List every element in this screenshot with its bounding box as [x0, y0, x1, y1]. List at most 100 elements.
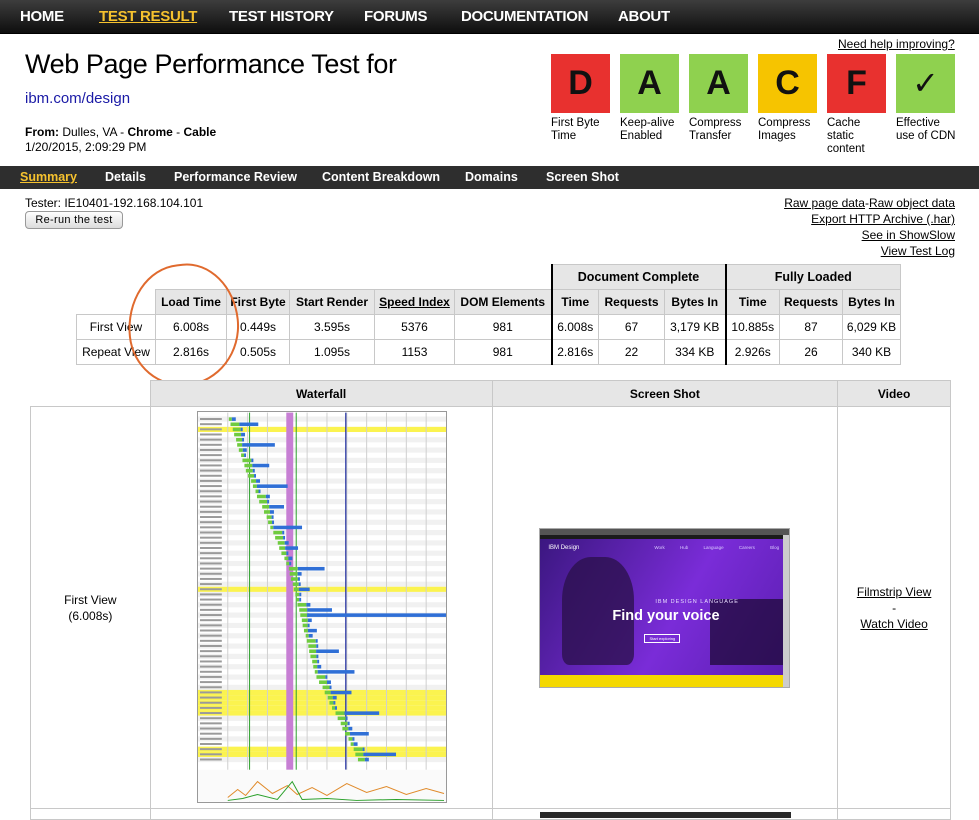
grade-first-byte[interactable]: D [551, 54, 610, 113]
waterfall-url-label [199, 516, 222, 519]
waterfall-request-bar [306, 603, 311, 607]
page-screenshot-thumbnail[interactable]: IBM Design Work Hub Language Careers Blo… [539, 527, 791, 688]
waterfall-row-stripe [197, 756, 446, 763]
raw-object-data-link[interactable]: Raw object data [869, 196, 955, 210]
grade-label-compress-images: Compress Images [758, 117, 811, 142]
waterfall-url-label [199, 536, 222, 539]
waterfall-request-bar [335, 711, 345, 715]
grade-label-keep-alive: Keep-alive Enabled [620, 117, 675, 142]
first-view-label: First View (6.008s) [30, 406, 151, 809]
cell-first-byte: 0.505s [226, 339, 290, 365]
waterfall-row-highlight [197, 695, 446, 701]
waterfall-request-bar [324, 690, 331, 695]
showslow-link[interactable]: See in ShowSlow [862, 228, 955, 242]
tab-content-breakdown[interactable]: Content Breakdown [322, 170, 440, 184]
tab-summary[interactable]: Summary [20, 170, 77, 184]
nav-forums[interactable]: FORUMS [364, 8, 428, 25]
separator: - [892, 600, 897, 615]
waterfall-url-label [199, 557, 222, 560]
waterfall-row-stripe [197, 519, 446, 525]
waterfall-request-bar [284, 541, 289, 545]
waterfall-url-label [199, 639, 222, 642]
waterfall-request-bar [241, 437, 244, 442]
waterfall-request-bar [255, 479, 260, 483]
waterfall-url-label [199, 572, 222, 575]
raw-page-data-link[interactable]: Raw page data [784, 196, 865, 210]
col-full-requests: Requests [779, 289, 843, 315]
tab-performance-review[interactable]: Performance Review [174, 170, 297, 184]
waterfall-url-label [199, 624, 222, 627]
tab-domains[interactable]: Domains [465, 170, 518, 184]
waterfall-request-bar [344, 711, 379, 715]
waterfall-url-label [199, 619, 222, 622]
waterfall-request-bar [312, 664, 317, 669]
grade-compress-transfer[interactable]: A [689, 54, 748, 113]
waterfall-request-bar [308, 633, 313, 638]
waterfall-request-bar [332, 695, 337, 700]
cell-start-render: 1.095s [289, 339, 375, 365]
tab-screen-shot[interactable]: Screen Shot [546, 170, 619, 184]
screenshot-cell: IBM Design Work Hub Language Careers Blo… [491, 406, 839, 809]
col-full-bytes: Bytes In [842, 289, 901, 315]
waterfall-url-label [199, 438, 222, 441]
col-load-time: Load Time [155, 289, 227, 315]
cell-speed-index: 5376 [374, 314, 455, 340]
waterfall-row-highlight [197, 586, 446, 592]
grade-cdn-check-icon[interactable]: ✓ [896, 54, 955, 113]
grade-cache-static[interactable]: F [827, 54, 886, 113]
waterfall-request-bar [255, 489, 259, 494]
waterfall-request-bar [269, 510, 274, 514]
waterfall-request-bar [274, 535, 283, 540]
col-speed-index[interactable]: Speed Index [374, 289, 455, 315]
waterfall-url-label [199, 454, 222, 457]
waterfall-request-bar [242, 458, 252, 463]
cell-dom-elements: 981 [454, 314, 552, 340]
waterfall-cell [149, 406, 493, 809]
nav-test-result[interactable]: TEST RESULT [99, 8, 197, 25]
nav-documentation[interactable]: DOCUMENTATION [461, 8, 589, 25]
waterfall-url-label [199, 650, 222, 653]
waterfall-request-bar [308, 649, 316, 654]
rerun-test-button[interactable]: Re-run the test [25, 211, 123, 229]
waterfall-url-label [199, 675, 222, 678]
waterfall-url-label [199, 603, 222, 606]
waterfall-request-bar [316, 675, 326, 679]
nav-test-history[interactable]: TEST HISTORY [229, 8, 334, 25]
waterfall-request-bar [325, 675, 328, 679]
tested-url-link[interactable]: ibm.com/design [25, 90, 130, 107]
nav-home[interactable]: HOME [20, 8, 64, 25]
waterfall-url-label [199, 433, 222, 436]
waterfall-request-bar [297, 603, 307, 607]
waterfall-request-bar [364, 757, 369, 762]
waterfall-url-label [199, 608, 222, 611]
view-test-log-link[interactable]: View Test Log [881, 244, 955, 258]
waterfall-row-stripe [197, 684, 446, 690]
grade-keep-alive[interactable]: A [620, 54, 679, 113]
export-har-link[interactable]: Export HTTP Archive (.har) [811, 212, 955, 226]
waterfall-request-bar [301, 618, 308, 623]
grade-compress-images[interactable]: C [758, 54, 817, 113]
filmstrip-view-link[interactable]: Filmstrip View [838, 584, 950, 600]
waterfall-chart[interactable] [196, 411, 447, 803]
nav-about[interactable]: ABOUT [618, 8, 670, 25]
waterfall-url-label [199, 485, 222, 488]
waterfall-row-highlight [197, 751, 446, 757]
waterfall-request-bar [268, 505, 284, 509]
tab-details[interactable]: Details [105, 170, 146, 184]
waterfall-url-label [199, 665, 222, 668]
waterfall-url-label [199, 696, 222, 699]
waterfall-request-bar [232, 427, 241, 432]
waterfall-request-bar [244, 463, 253, 468]
waterfall-row-stripe [197, 540, 446, 546]
connection-text: Cable [183, 125, 217, 139]
col-doc-bytes: Bytes In [664, 289, 726, 315]
waterfall-request-bar [266, 515, 272, 519]
watch-video-link[interactable]: Watch Video [838, 616, 950, 632]
view-results-table: Waterfall Screen Shot Video First View (6… [30, 380, 951, 820]
need-help-link[interactable]: Need help improving? [838, 37, 955, 51]
waterfall-url-label [199, 546, 222, 549]
waterfall-url-label [199, 562, 222, 565]
group-header-fully-loaded: Fully Loaded [724, 264, 901, 290]
waterfall-request-bar [242, 448, 247, 452]
waterfall-url-label [199, 500, 222, 503]
